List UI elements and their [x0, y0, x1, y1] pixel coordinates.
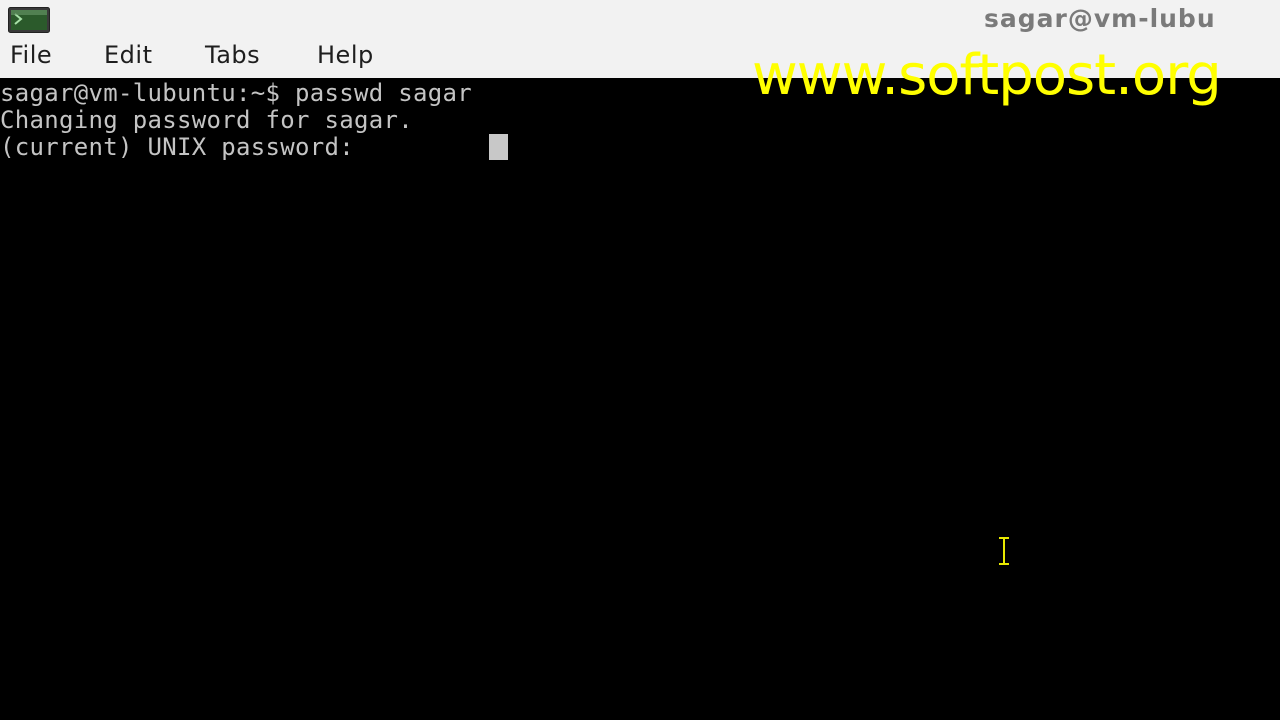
title-bar[interactable]: sagar@vm-lubu: [0, 0, 1280, 40]
terminal-line-password-prompt: (current) UNIX password:: [0, 133, 369, 161]
menu-help[interactable]: Help: [317, 41, 374, 69]
terminal-window: sagar@vm-lubu File Edit Tabs Help sagar@…: [0, 0, 1280, 720]
menu-tabs[interactable]: Tabs: [205, 41, 260, 69]
terminal-icon: [8, 7, 50, 33]
window-title: sagar@vm-lubu: [984, 4, 1216, 33]
menu-file[interactable]: File: [10, 41, 52, 69]
terminal-line-prompt: sagar@vm-lubuntu:~$ passwd sagar: [0, 79, 472, 107]
menu-edit[interactable]: Edit: [104, 41, 152, 69]
text-cursor: [489, 134, 508, 160]
terminal-area[interactable]: sagar@vm-lubuntu:~$ passwd sagar Changin…: [0, 78, 1280, 720]
watermark-text: www.softpost.org: [752, 43, 1222, 108]
terminal-line-output: Changing password for sagar.: [0, 106, 413, 134]
text-ibeam-cursor-icon: [999, 536, 1009, 566]
